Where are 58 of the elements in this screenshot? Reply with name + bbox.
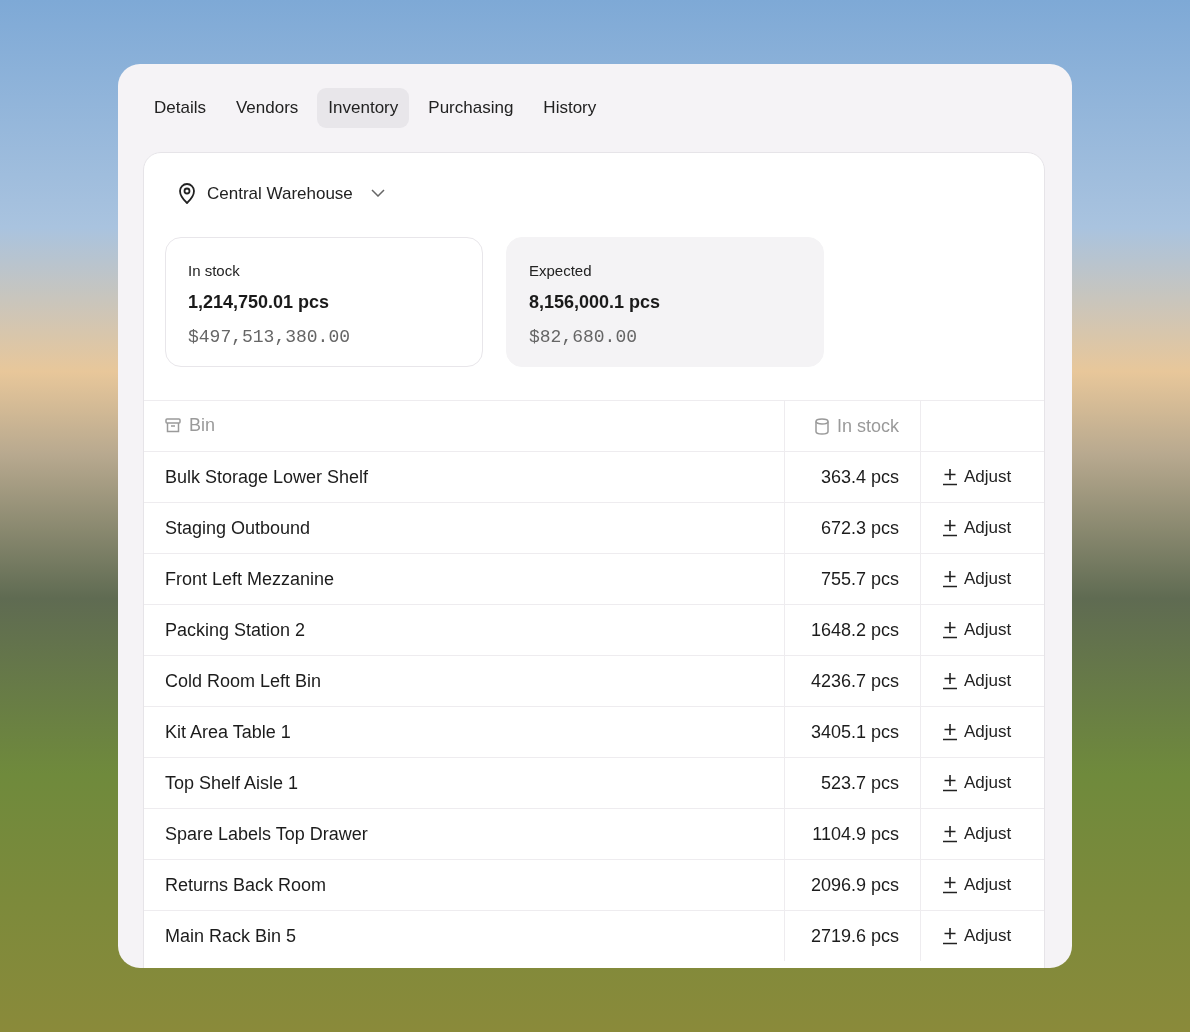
table-cell-text: 3405.1 pcs — [810, 720, 899, 744]
stat-label: In stock — [188, 261, 241, 281]
table-cell-text: Top Shelf Aisle 1 — [164, 771, 300, 795]
plus-minus-icon — [942, 468, 958, 486]
adjust-button[interactable]: Adjust — [942, 923, 1012, 949]
stat-quantity: 8,156,000.1 pcs — [529, 290, 662, 314]
plus-minus-icon — [942, 927, 958, 945]
tab[interactable]: Details — [143, 88, 217, 128]
adjust-button[interactable]: Adjust — [942, 566, 1012, 592]
plus-minus-icon — [942, 876, 958, 894]
adjust-button[interactable]: Adjust — [942, 668, 1012, 694]
stat-quantity: 1,214,750.01 pcs — [188, 290, 331, 314]
table-cell-text: 523.7 pcs — [820, 771, 899, 795]
adjust-button[interactable]: Adjust — [942, 821, 1012, 847]
stat-value: $497,513,380.00 — [188, 325, 352, 349]
adjust-button[interactable]: Adjust — [942, 464, 1012, 490]
archive-icon — [165, 417, 181, 433]
table-cell-text: 2719.6 pcs — [810, 924, 899, 948]
tab[interactable]: History — [532, 88, 608, 128]
adjust-button[interactable]: Adjust — [942, 515, 1012, 541]
adjust-button[interactable]: Adjust — [942, 872, 1012, 898]
table-cell-text: Staging Outbound — [164, 516, 312, 540]
table-cell-text: Cold Room Left Bin — [164, 669, 323, 693]
table-cell-text: 4236.7 pcs — [810, 669, 899, 693]
table-cell-text: Main Rack Bin 5 — [164, 924, 298, 948]
plus-minus-icon — [942, 621, 958, 639]
column-header: Bin — [165, 411, 215, 439]
table-cell-text: 1648.2 pcs — [810, 618, 899, 642]
table-cell-text: Front Left Mezzanine — [164, 567, 336, 591]
column-header: In stock — [814, 412, 899, 440]
plus-minus-icon — [942, 825, 958, 843]
table-cell-text: Spare Labels Top Drawer — [164, 822, 369, 846]
cylinder-icon — [814, 417, 829, 435]
table-cell-text: 363.4 pcs — [820, 465, 899, 489]
table-cell-text: 755.7 pcs — [820, 567, 899, 591]
table-cell-text: Bulk Storage Lower Shelf — [164, 465, 370, 489]
location-pin-icon — [177, 182, 197, 205]
stat-value: $82,680.00 — [529, 325, 639, 349]
table-cell-text: Returns Back Room — [164, 873, 328, 897]
adjust-button[interactable]: Adjust — [942, 770, 1012, 796]
table-cell-text: Kit Area Table 1 — [164, 720, 292, 744]
plus-minus-icon — [942, 774, 958, 792]
plus-minus-icon — [942, 672, 958, 690]
stat-label: Expected — [529, 261, 593, 281]
table-cell-text: 2096.9 pcs — [810, 873, 899, 897]
plus-minus-icon — [942, 570, 958, 588]
plus-minus-icon — [942, 723, 958, 741]
tab[interactable]: Inventory — [317, 88, 410, 128]
table-cell-text: Packing Station 2 — [164, 618, 307, 642]
table-cell-text: 1104.9 pcs — [812, 822, 899, 846]
chevron-down-icon — [370, 189, 385, 198]
tab[interactable]: Purchasing — [417, 88, 525, 128]
location-dropdown[interactable]: Central Warehouse — [177, 180, 385, 206]
plus-minus-icon — [942, 519, 958, 537]
tab[interactable]: Vendors — [224, 88, 310, 128]
adjust-button[interactable]: Adjust — [942, 617, 1012, 643]
adjust-button[interactable]: Adjust — [942, 719, 1012, 745]
table-cell-text: 672.3 pcs — [820, 516, 899, 540]
